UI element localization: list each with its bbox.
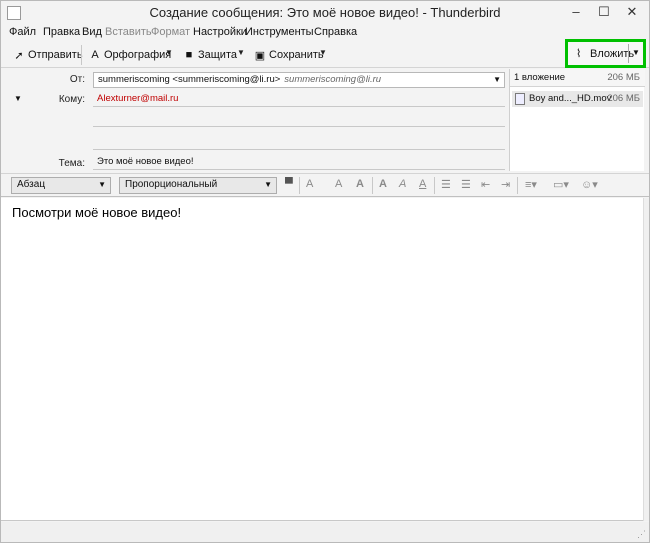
compose-toolbar: ➚ Отправить A Орфография ▼ ■ Защита ▼ ▣ … (1, 42, 649, 68)
save-dropdown-icon[interactable]: ▼ (319, 48, 327, 57)
spelling-dropdown-icon[interactable]: ▼ (165, 48, 173, 57)
italic-icon[interactable]: A (399, 178, 406, 190)
send-label: Отправить (28, 49, 83, 61)
message-headers: От: summeriscoming <summeriscoming@li.ru… (7, 69, 509, 173)
spelling-button[interactable]: A Орфография (89, 46, 171, 64)
resize-grip-icon[interactable]: ⋰ (637, 529, 646, 540)
indent-icon[interactable]: ⇥ (501, 178, 510, 191)
save-icon: ▣ (254, 49, 266, 62)
format-separator (434, 177, 435, 194)
menu-help[interactable]: Справка (314, 26, 357, 38)
menu-format[interactable]: Формат (151, 26, 190, 38)
window-title: Создание сообщения: Это моё новое видео!… (149, 5, 501, 20)
menu-tools[interactable]: Инструменты (245, 26, 314, 38)
bold-format-icon[interactable]: A (379, 178, 387, 190)
menu-edit[interactable]: Правка (43, 26, 80, 38)
from-value: summeriscoming <summeriscoming@li.ru> (98, 74, 281, 85)
attachment-pane: 1 вложение 206 МБ Boy and..._HD.mov 206 … (509, 69, 645, 171)
save-label: Сохранить (269, 49, 324, 61)
editor-scrollbar[interactable] (643, 198, 649, 521)
menu-insert[interactable]: Вставить (105, 26, 152, 38)
from-label: От: (69, 74, 85, 85)
send-button[interactable]: ➚ Отправить (13, 46, 83, 64)
attach-button[interactable]: ⌇ Вложить ▼ (565, 39, 646, 68)
send-icon: ➚ (14, 49, 24, 62)
attachment-count-header[interactable]: 1 вложение 206 МБ (510, 69, 645, 87)
menu-view[interactable]: Вид (82, 26, 102, 38)
subject-field[interactable]: Это моё новое видео! (93, 154, 505, 170)
font-select[interactable]: Пропорциональный ▼ (119, 177, 277, 194)
attachment-count: 1 вложение (514, 72, 566, 83)
menu-settings[interactable]: Настройки (193, 26, 247, 38)
spelling-label: Орфография (104, 49, 172, 61)
from-alt-value: summeriscoming@li.ru (284, 74, 382, 85)
attach-separator (628, 44, 629, 63)
attachment-name: Boy and..._HD.mov (529, 93, 612, 104)
attachment-total-size: 206 МБ (607, 72, 640, 83)
numbered-list-icon[interactable]: ☰ (461, 178, 471, 191)
format-separator (372, 177, 373, 194)
smiley-icon[interactable]: ☺▾ (581, 178, 598, 191)
font-dropdown-icon: ▼ (264, 180, 272, 189)
recipient-blank-row-1[interactable] (93, 126, 505, 127)
attachment-size: 206 МБ (607, 93, 640, 104)
outdent-icon[interactable]: ⇤ (481, 178, 490, 191)
video-file-icon (515, 93, 525, 105)
security-label: Защита (198, 49, 237, 61)
bold-icon[interactable]: A (356, 178, 364, 190)
toolbar-separator (81, 45, 82, 65)
subject-label: Тема: (58, 158, 85, 169)
message-body-text[interactable]: Посмотри моё новое видео! (12, 205, 181, 220)
align-icon[interactable]: ≡▾ (525, 178, 537, 191)
attach-dropdown-icon[interactable]: ▼ (632, 48, 640, 57)
recipient-blank-row-2[interactable] (93, 149, 505, 150)
paragraph-style-select[interactable]: Абзац ▼ (11, 177, 111, 194)
font-size-decrease-icon[interactable]: A (306, 178, 313, 190)
paragraph-dropdown-icon: ▼ (98, 180, 106, 189)
lock-icon: ■ (185, 49, 193, 61)
paperclip-icon: ⌇ (576, 48, 582, 60)
to-field[interactable]: Alexturner@mail.ru (93, 91, 505, 107)
format-separator (299, 177, 300, 194)
format-toolbar: Абзац ▼ Пропорциональный ▼ ▀ A A A A A A… (1, 173, 649, 197)
maximize-button[interactable]: ☐ (591, 3, 617, 23)
security-button[interactable]: ■ Защита (183, 46, 237, 64)
security-dropdown-icon[interactable]: ▼ (237, 48, 245, 57)
font-size-increase-icon[interactable]: A (335, 178, 342, 190)
close-button[interactable]: ✕ (619, 3, 645, 23)
save-button[interactable]: ▣ Сохранить (254, 46, 324, 64)
bulleted-list-icon[interactable]: ☰ (441, 178, 451, 191)
menu-bar: Файл Правка Вид Вставить Формат Настройк… (1, 25, 649, 41)
from-dropdown-icon: ▼ (493, 75, 501, 84)
status-bar: ⋰ (1, 522, 649, 542)
font-value: Пропорциональный (125, 179, 218, 190)
title-bar: Создание сообщения: Это моё новое видео!… (1, 1, 649, 25)
message-body-editor[interactable]: Посмотри моё новое видео! (1, 198, 643, 521)
format-separator (517, 177, 518, 194)
spellcheck-icon: A (91, 49, 99, 61)
menu-file[interactable]: Файл (9, 26, 36, 38)
from-select[interactable]: summeriscoming <summeriscoming@li.ru> sum… (93, 72, 505, 88)
minimize-button[interactable]: – (563, 3, 589, 23)
insert-image-icon[interactable]: ▭▾ (553, 178, 569, 191)
text-color-icon[interactable]: ▀ (285, 178, 293, 190)
to-label[interactable]: Кому: (7, 94, 85, 105)
paragraph-style-value: Абзац (17, 179, 46, 190)
underline-icon[interactable]: A (419, 178, 426, 190)
attachment-item[interactable]: Boy and..._HD.mov 206 МБ (512, 91, 643, 107)
compose-window: Создание сообщения: Это моё новое видео!… (0, 0, 650, 543)
